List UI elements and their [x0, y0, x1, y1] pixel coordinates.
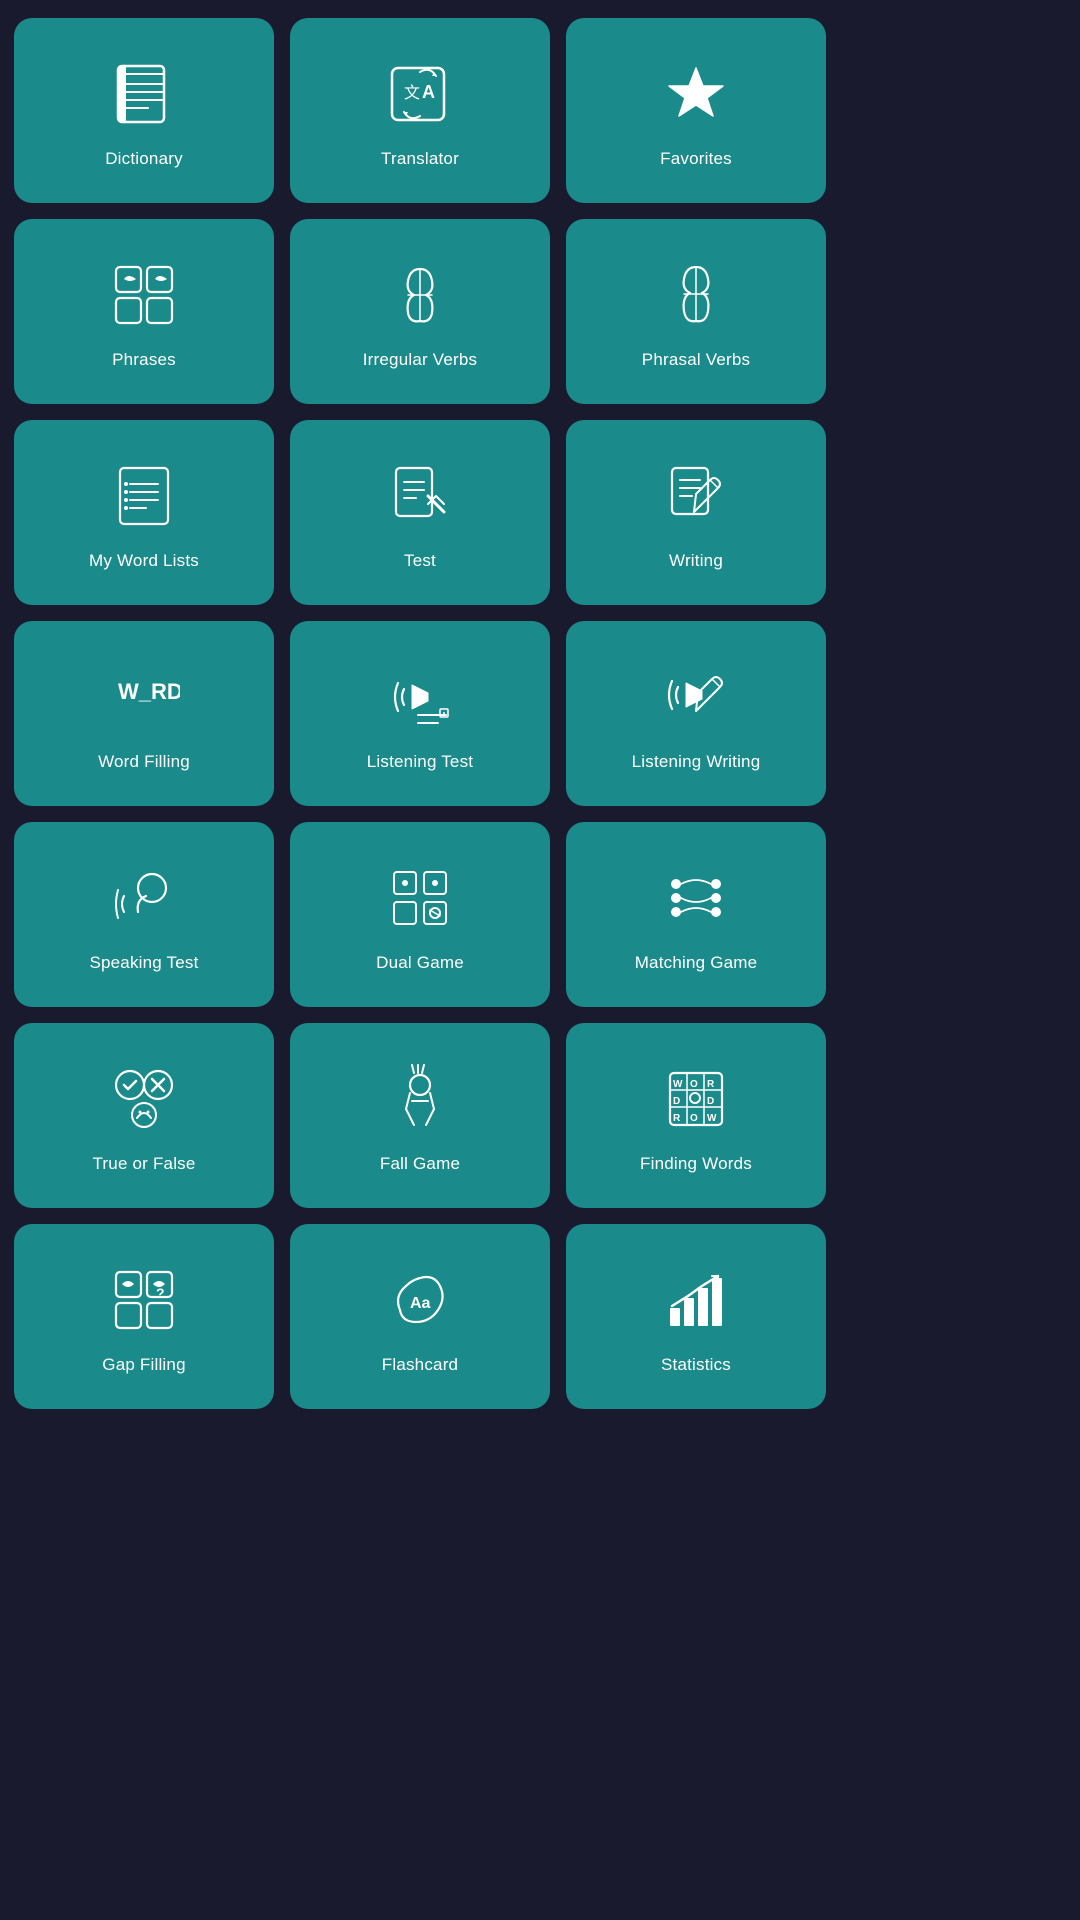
svg-text:W: W	[673, 1079, 683, 1090]
matching-game-icon	[656, 858, 736, 938]
my-word-lists-icon	[104, 456, 184, 536]
tile-irregular-verbs[interactable]: Irregular Verbs	[290, 219, 550, 404]
dictionary-icon	[104, 54, 184, 134]
listening-writing-label: Listening Writing	[632, 751, 761, 773]
svg-text:W: W	[707, 1113, 717, 1124]
finding-words-icon: W O R D D R O W	[656, 1059, 736, 1139]
true-or-false-label: True or False	[92, 1153, 195, 1175]
phrases-icon	[104, 255, 184, 335]
matching-game-label: Matching Game	[635, 952, 758, 974]
dual-game-label: Dual Game	[376, 952, 464, 974]
tile-writing[interactable]: Writing	[566, 420, 826, 605]
phrases-label: Phrases	[112, 349, 176, 371]
word-filling-icon: W_RD	[104, 657, 184, 737]
listening-writing-icon	[656, 657, 736, 737]
true-or-false-icon	[104, 1059, 184, 1139]
tile-gap-filling[interactable]: ? Gap Filling	[14, 1224, 274, 1409]
flashcard-label: Flashcard	[382, 1354, 458, 1376]
translator-label: Translator	[381, 148, 459, 170]
word-filling-label: Word Filling	[98, 751, 190, 773]
irregular-verbs-icon	[380, 255, 460, 335]
listening-test-icon	[380, 657, 460, 737]
flashcard-icon: Aa	[380, 1260, 460, 1340]
my-word-lists-label: My Word Lists	[89, 550, 199, 572]
svg-text:D: D	[673, 1096, 680, 1107]
main-grid: Dictionary 文 A Translator Favorites	[14, 18, 826, 1409]
favorites-label: Favorites	[660, 148, 732, 170]
tile-word-filling[interactable]: W_RD Word Filling	[14, 621, 274, 806]
tile-dictionary[interactable]: Dictionary	[14, 18, 274, 203]
tile-flashcard[interactable]: Aa Flashcard	[290, 1224, 550, 1409]
tile-statistics[interactable]: Statistics	[566, 1224, 826, 1409]
svg-text:O: O	[690, 1079, 698, 1090]
translator-icon: 文 A	[380, 54, 460, 134]
favorites-icon	[656, 54, 736, 134]
test-label: Test	[404, 550, 436, 572]
svg-text:Aa: Aa	[410, 1295, 431, 1312]
tile-test[interactable]: Test	[290, 420, 550, 605]
tile-matching-game[interactable]: Matching Game	[566, 822, 826, 1007]
test-icon	[380, 456, 460, 536]
svg-text:R: R	[707, 1079, 715, 1090]
tile-phrasal-verbs[interactable]: Phrasal Verbs	[566, 219, 826, 404]
tile-listening-test[interactable]: Listening Test	[290, 621, 550, 806]
dual-game-icon	[380, 858, 460, 938]
tile-speaking-test[interactable]: Speaking Test	[14, 822, 274, 1007]
speaking-test-icon	[104, 858, 184, 938]
gap-filling-label: Gap Filling	[102, 1354, 185, 1376]
finding-words-label: Finding Words	[640, 1153, 752, 1175]
tile-my-word-lists[interactable]: My Word Lists	[14, 420, 274, 605]
svg-text:O: O	[690, 1113, 698, 1124]
writing-icon	[656, 456, 736, 536]
svg-text:W_RD: W_RD	[118, 679, 180, 704]
tile-fall-game[interactable]: Fall Game	[290, 1023, 550, 1208]
irregular-verbs-label: Irregular Verbs	[363, 349, 478, 371]
writing-label: Writing	[669, 550, 723, 572]
fall-game-label: Fall Game	[380, 1153, 460, 1175]
phrasal-verbs-label: Phrasal Verbs	[642, 349, 750, 371]
svg-text:?: ?	[156, 1285, 165, 1301]
statistics-label: Statistics	[661, 1354, 731, 1376]
gap-filling-icon: ?	[104, 1260, 184, 1340]
tile-translator[interactable]: 文 A Translator	[290, 18, 550, 203]
phrasal-verbs-icon	[656, 255, 736, 335]
svg-text:D: D	[707, 1096, 714, 1107]
fall-game-icon	[380, 1059, 460, 1139]
statistics-icon	[656, 1260, 736, 1340]
tile-true-or-false[interactable]: True or False	[14, 1023, 274, 1208]
svg-text:R: R	[673, 1113, 681, 1124]
tile-finding-words[interactable]: W O R D D R O W Finding Words	[566, 1023, 826, 1208]
tile-dual-game[interactable]: Dual Game	[290, 822, 550, 1007]
listening-test-label: Listening Test	[367, 751, 473, 773]
svg-text:A: A	[422, 82, 435, 102]
svg-text:文: 文	[404, 84, 420, 102]
dictionary-label: Dictionary	[105, 148, 183, 170]
speaking-test-label: Speaking Test	[89, 952, 198, 974]
tile-listening-writing[interactable]: Listening Writing	[566, 621, 826, 806]
tile-favorites[interactable]: Favorites	[566, 18, 826, 203]
tile-phrases[interactable]: Phrases	[14, 219, 274, 404]
